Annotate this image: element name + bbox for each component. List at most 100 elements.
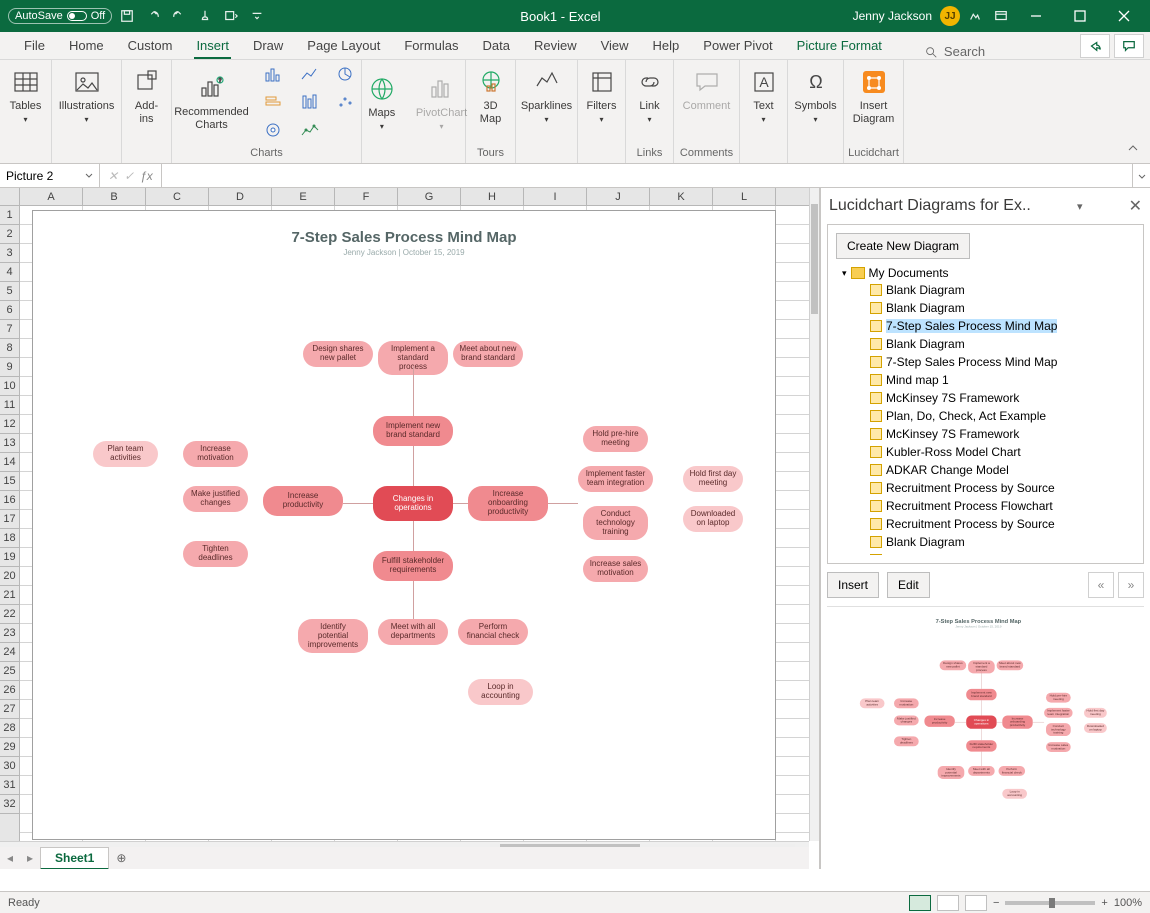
tree-item[interactable]: ADKAR Change Model xyxy=(836,461,1135,479)
tree-item[interactable]: Mind map 1 xyxy=(836,371,1135,389)
share-button[interactable] xyxy=(1080,34,1110,58)
tree-item[interactable]: Blank Diagram xyxy=(836,335,1135,353)
tree-item[interactable]: Recruitment Process by Source xyxy=(836,515,1135,533)
illustrations-button[interactable]: Illustrations▾ xyxy=(55,64,119,127)
ribbon-tab-view[interactable]: View xyxy=(589,33,641,59)
zoom-slider[interactable] xyxy=(1005,901,1095,905)
qat-customize-icon[interactable] xyxy=(246,5,268,27)
close-button[interactable] xyxy=(1104,0,1144,32)
autosave-toggle[interactable]: AutoSave Off xyxy=(8,8,112,24)
diagram-node: Hold pre-hire meeting xyxy=(583,426,648,452)
ribbon-tab-formulas[interactable]: Formulas xyxy=(392,33,470,59)
page-layout-view-button[interactable] xyxy=(937,895,959,911)
tree-item[interactable]: Blank Diagram xyxy=(836,299,1135,317)
ribbon-tab-power-pivot[interactable]: Power Pivot xyxy=(691,33,784,59)
name-box[interactable]: Picture 2 xyxy=(0,164,100,187)
worksheet[interactable]: ABCDEFGHIJKL 123456789101112131415161718… xyxy=(0,188,820,869)
comments-button[interactable] xyxy=(1114,34,1144,58)
zoom-in-button[interactable]: + xyxy=(1101,897,1107,909)
undo-icon[interactable] xyxy=(142,5,164,27)
tree-item[interactable]: McKinsey 7S Framework xyxy=(836,425,1135,443)
insert-diagram-button[interactable]: Insert Diagram xyxy=(848,64,900,128)
cancel-formula-icon[interactable]: ✕ xyxy=(108,169,118,183)
ribbon: Tables▾ Illustrations▾ Add- ins ?Recomme… xyxy=(0,60,1150,164)
symbols-button[interactable]: ΩSymbols▾ xyxy=(790,64,842,127)
qat-more-icon[interactable] xyxy=(220,5,242,27)
diagram-node: Hold first day meeting xyxy=(1084,708,1107,718)
tree-item[interactable]: McKinsey 7S Framework xyxy=(836,389,1135,407)
ribbon-tab-review[interactable]: Review xyxy=(522,33,589,59)
inserted-picture[interactable]: 7-Step Sales Process Mind Map Jenny Jack… xyxy=(32,210,776,840)
sheet-tab-active[interactable]: Sheet1 xyxy=(40,847,109,870)
ribbon-tab-draw[interactable]: Draw xyxy=(241,33,295,59)
row-headers[interactable]: 1234567891011121314151617181920212223242… xyxy=(0,206,20,841)
select-all-corner[interactable] xyxy=(0,188,20,206)
tree-item[interactable]: Blank Diagram xyxy=(836,281,1135,299)
tree-item[interactable]: Blank Diagram xyxy=(836,533,1135,551)
ribbon-display-icon[interactable] xyxy=(990,5,1012,27)
new-sheet-button[interactable]: ⊕ xyxy=(109,851,133,865)
minimize-button[interactable] xyxy=(1016,0,1056,32)
page-next-button[interactable]: » xyxy=(1118,572,1144,598)
text-button[interactable]: AText▾ xyxy=(738,64,790,127)
3d-map-button[interactable]: 3D Map xyxy=(465,64,517,128)
tree-item[interactable]: 7-Step Sales Process Mind Map xyxy=(836,353,1135,371)
user-name[interactable]: Jenny Jackson xyxy=(853,9,932,23)
tree-item[interactable]: Kubler-Ross Model Chart xyxy=(836,443,1135,461)
touch-icon[interactable] xyxy=(194,5,216,27)
ribbon-tab-custom[interactable]: Custom xyxy=(116,33,185,59)
insert-button[interactable]: Insert xyxy=(827,572,879,598)
ribbon-tab-picture-format[interactable]: Picture Format xyxy=(785,33,894,59)
tables-button[interactable]: Tables▾ xyxy=(0,64,52,127)
ribbon-tab-home[interactable]: Home xyxy=(57,33,116,59)
page-prev-button[interactable]: « xyxy=(1088,572,1114,598)
tree-item[interactable]: Recruitment Process Flowchart xyxy=(836,497,1135,515)
filters-button[interactable]: Filters▾ xyxy=(576,64,628,127)
tree-item[interactable]: Plan, Do, Check, Act Example xyxy=(836,407,1135,425)
coming-soon-icon[interactable] xyxy=(964,5,986,27)
diagram-node: Meet about new brand standard xyxy=(453,341,523,367)
ribbon-tab-page-layout[interactable]: Page Layout xyxy=(295,33,392,59)
user-avatar[interactable]: JJ xyxy=(940,6,960,26)
link-button[interactable]: Link▾ xyxy=(624,64,676,127)
diagram-node: Increase productivity xyxy=(263,486,343,516)
pane-close-icon[interactable]: ✕ xyxy=(1129,196,1142,216)
recommended-charts-button[interactable]: ?Recommended Charts xyxy=(170,70,253,134)
diagram-node: Fulfill stakeholder requirements xyxy=(966,740,996,751)
document-tree[interactable]: ▾My DocumentsBlank DiagramBlank Diagram7… xyxy=(836,265,1135,555)
create-new-diagram-button[interactable]: Create New Diagram xyxy=(836,233,970,259)
redo-icon[interactable] xyxy=(168,5,190,27)
tree-item[interactable]: Recruitment Process by Source xyxy=(836,479,1135,497)
column-headers[interactable]: ABCDEFGHIJKL xyxy=(20,188,809,206)
sheet-nav-prev[interactable]: ◂ xyxy=(0,851,20,865)
lucidchart-pane: Lucidchart Diagrams for Ex.. ▾ ✕ Create … xyxy=(820,188,1150,869)
enter-formula-icon[interactable]: ✓ xyxy=(124,169,134,183)
addins-button[interactable]: Add- ins xyxy=(121,64,173,128)
ribbon-tab-insert[interactable]: Insert xyxy=(184,33,241,59)
ribbon-tab-help[interactable]: Help xyxy=(641,33,692,59)
diagram-node: Fulfill stakeholder requirements xyxy=(373,551,453,581)
maximize-button[interactable] xyxy=(1060,0,1100,32)
tree-item[interactable]: 7-Step Sales Process Mind Map xyxy=(836,317,1135,335)
collapse-ribbon-icon[interactable] xyxy=(1126,141,1144,159)
diagram-node: Implement faster team integration xyxy=(578,466,653,492)
tree-item[interactable]: Basic Network Diagram xyxy=(836,551,1135,555)
diagram-node: Increase motivation xyxy=(183,441,248,467)
save-icon[interactable] xyxy=(116,5,138,27)
page-break-view-button[interactable] xyxy=(965,895,987,911)
zoom-level[interactable]: 100% xyxy=(1114,897,1142,909)
sparklines-button[interactable]: Sparklines▾ xyxy=(517,64,576,127)
normal-view-button[interactable] xyxy=(909,895,931,911)
fx-icon[interactable]: ƒx xyxy=(140,169,153,183)
ribbon-tab-data[interactable]: Data xyxy=(471,33,522,59)
edit-button[interactable]: Edit xyxy=(887,572,930,598)
sheet-nav-next[interactable]: ▸ xyxy=(20,851,40,865)
zoom-out-button[interactable]: − xyxy=(993,897,999,909)
maps-button[interactable]: Maps▾ xyxy=(356,71,408,134)
vertical-scrollbar[interactable] xyxy=(809,188,819,841)
tell-me-search[interactable]: Search xyxy=(924,44,985,59)
diagram-node: Meet about new brand standard xyxy=(997,660,1024,670)
expand-formula-bar-icon[interactable] xyxy=(1132,164,1150,187)
chart-gallery[interactable] xyxy=(259,61,363,143)
ribbon-tab-file[interactable]: File xyxy=(12,33,57,59)
